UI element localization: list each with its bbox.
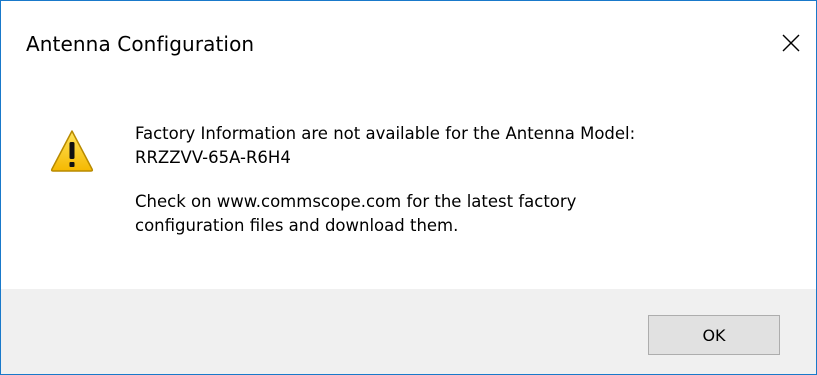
antenna-model-value: RRZZVV-65A-R6H4 <box>135 148 291 167</box>
window-title: Antenna Configuration <box>26 32 255 56</box>
message-line-3: Check on www.commscope.com for the lates… <box>135 192 577 211</box>
message-text: Factory Information are not available fo… <box>135 122 795 238</box>
ok-button[interactable]: OK <box>648 315 780 355</box>
message-line-1: Factory Information are not available fo… <box>135 124 636 143</box>
message-area: Factory Information are not available fo… <box>1 89 816 289</box>
close-button[interactable] <box>766 13 816 73</box>
dialog-window: Antenna Configuration Factory Informatio… <box>0 0 817 375</box>
warning-icon <box>50 130 94 172</box>
close-icon <box>782 34 800 52</box>
message-line-4: configuration files and download them. <box>135 216 459 235</box>
button-bar: OK <box>1 289 816 374</box>
title-bar[interactable]: Antenna Configuration <box>1 1 816 89</box>
